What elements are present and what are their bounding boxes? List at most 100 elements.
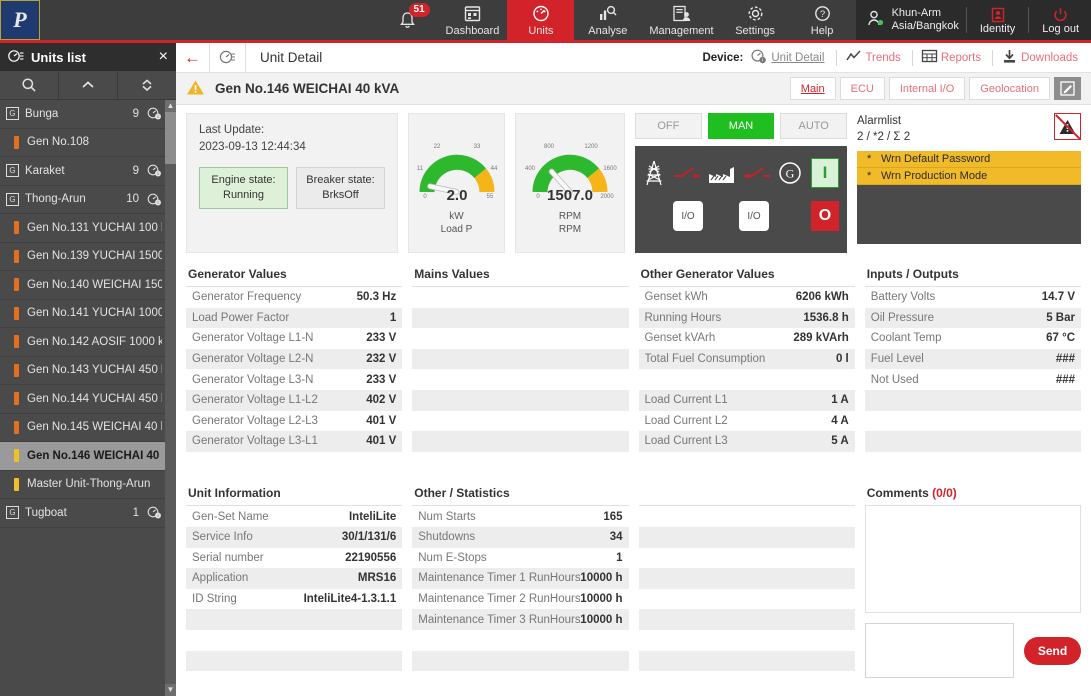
table-row: Total Fuel Consumption 0 l (638, 348, 855, 370)
alarm-marker: * (867, 170, 872, 182)
scroll-down-icon[interactable]: ▼ (165, 684, 176, 696)
comments-footer: Send (864, 623, 1081, 679)
sidebar-item-11[interactable]: Gen No.145 WEICHAI 40 kVA (0, 414, 176, 442)
sidebar-item-9[interactable]: Gen No.143 YUCHAI 450 kVA (0, 357, 176, 385)
mode-auto-button[interactable]: AUTO (780, 113, 848, 139)
nav-item-help[interactable]: ? Help (789, 0, 856, 40)
link-reports[interactable]: Reports (941, 52, 981, 64)
table-row (412, 307, 629, 329)
search-button[interactable] (0, 71, 59, 99)
table-row (412, 287, 628, 308)
tab-geolocation[interactable]: Geolocation (969, 77, 1050, 100)
sidebar-item-0[interactable]: G Bunga 9 i (0, 100, 176, 129)
expand-all-button[interactable] (118, 71, 176, 99)
table-row (638, 609, 855, 630)
sidebar-item-6[interactable]: Gen No.140 WEICHAI 1500 kVA (0, 271, 176, 300)
io-button-1[interactable]: I/O (673, 201, 703, 231)
top-navigation-bar: P 51 Dashboard Units Analyse Management (0, 0, 1091, 40)
row-key: Total Fuel Consumption (644, 353, 766, 366)
scroll-up-icon[interactable]: ▲ (165, 100, 176, 112)
alarm-row[interactable]: * Wrn Default Password (857, 151, 1081, 168)
nav-item-analyse[interactable]: Analyse (574, 0, 641, 40)
mode-man-button[interactable]: MAN (707, 113, 775, 139)
table-row: Oil Pressure 5 Bar (864, 307, 1081, 329)
row-key: Battery Volts (870, 291, 936, 304)
group-gauge-icon[interactable]: i (147, 164, 162, 177)
nav-item-management[interactable]: Management (641, 0, 721, 40)
link-downloads[interactable]: Downloads (1021, 52, 1078, 64)
edit-button[interactable] (1054, 77, 1081, 100)
send-button[interactable]: Send (1024, 636, 1081, 665)
collapse-all-button[interactable] (59, 71, 118, 99)
table-row (412, 389, 629, 411)
svg-text:G: G (786, 167, 795, 181)
sidebar-item-1[interactable]: Gen No.108 (0, 129, 176, 157)
link-trends[interactable]: Trends (865, 52, 900, 64)
summary-row: Last Update: 2023-09-13 12:44:34 Engine … (186, 113, 1081, 253)
breaker-open-button[interactable]: O (811, 201, 839, 231)
table-row: Load Power Factor 1 (186, 307, 403, 329)
sidebar-item-4[interactable]: Gen No.131 YUCHAI 100 kVA (0, 214, 176, 243)
nav-item-dashboard[interactable]: Dashboard (438, 0, 508, 40)
tab-ecu[interactable]: ECU (839, 77, 885, 100)
comment-input[interactable] (864, 623, 1015, 679)
identity-button[interactable]: Identity (974, 6, 1021, 35)
sidebar-item-label: Master Unit-Thong-Arun (27, 478, 151, 491)
back-button[interactable]: ← (176, 42, 210, 73)
row-key: Maintenance Timer 3 RunHours (418, 613, 581, 626)
sidebar-item-3[interactable]: G Thong-Arun 10 i (0, 185, 176, 214)
sidebar-item-5[interactable]: Gen No.139 YUCHAI 1500 kVA (0, 243, 176, 271)
row-key: Generator Voltage L3-N (192, 373, 314, 386)
nav-item-settings[interactable]: Settings (722, 0, 789, 40)
nav-item-units[interactable]: Units (507, 0, 575, 40)
user-info[interactable]: Khun-Arm Asia/Bangkok (892, 7, 959, 33)
sidebar-item-2[interactable]: G Karaket 9 i (0, 157, 176, 186)
sidebar-scrollbar[interactable]: ▲ ▼ (165, 100, 176, 696)
app-logo[interactable]: P (0, 0, 40, 40)
sidebar-item-8[interactable]: Gen No.142 AOSIF 1000 kVA (0, 328, 176, 357)
units-list[interactable]: G Bunga 9 i Gen No.108 G Karaket 9 i G Thong-Arun 1… (0, 100, 176, 696)
table-row: Fuel Level ### (864, 348, 1081, 370)
sidebar-item-13[interactable]: Master Unit-Thong-Arun (0, 471, 176, 499)
mode-off-button[interactable]: OFF (635, 113, 702, 139)
row-key: Genset kVArh (644, 332, 716, 345)
svg-text:?: ? (819, 9, 824, 20)
gen-breaker-open-icon (743, 167, 770, 179)
tab-internal-io[interactable]: Internal I/O (888, 77, 966, 100)
sidebar-item-12[interactable]: Gen No.146 WEICHAI 40 kVA (0, 442, 176, 471)
row-key: Service Info (192, 531, 253, 544)
gauge-list-icon (8, 49, 24, 66)
sidebar-item-label: Gen No.140 WEICHAI 1500 kVA (27, 278, 162, 291)
tab-main[interactable]: Main (789, 77, 836, 100)
section-title: Mains Values (412, 265, 629, 287)
row-key: Load Current L1 (644, 394, 728, 407)
scrollbar-thumb[interactable] (165, 112, 176, 164)
group-icon: G (6, 164, 19, 178)
divider (992, 49, 994, 66)
table-body (412, 287, 629, 472)
io-button-2[interactable]: I/O (739, 201, 769, 231)
group-gauge-icon[interactable]: i (147, 107, 162, 120)
close-icon[interactable]: × (159, 49, 168, 65)
table-row: Num Starts 165 (412, 506, 628, 527)
breaker-diagram-row: G I (643, 153, 839, 193)
group-gauge-icon[interactable]: i (147, 193, 162, 206)
notifications-button[interactable]: 51 (378, 0, 438, 40)
breaker-close-button[interactable]: I (810, 158, 839, 188)
table-row (412, 369, 628, 390)
link-unit-detail[interactable]: Unit Detail (771, 52, 824, 64)
sidebar-item-10[interactable]: Gen No.144 YUCHAI 450 kVA (0, 385, 176, 414)
table-row (639, 506, 855, 527)
unit-header: Gen No.146 WEICHAI 40 kVA Main ECU Inter… (176, 73, 1091, 105)
alarm-mute-button[interactable] (1054, 113, 1081, 140)
row-key: Maintenance Timer 2 RunHours (418, 593, 581, 606)
group-icon: G (6, 192, 19, 206)
alarm-row[interactable]: * Wrn Production Mode (857, 168, 1081, 185)
table-row (186, 609, 403, 630)
logout-button[interactable]: Log out (1036, 6, 1085, 35)
breaker-state-label: Breaker state: (306, 174, 375, 186)
group-gauge-icon[interactable]: i (147, 506, 162, 519)
table-row: Genset kVArh 289 kVArh (639, 328, 855, 349)
sidebar-item-7[interactable]: Gen No.141 YUCHAI 1000 kVA (0, 300, 176, 328)
sidebar-item-14[interactable]: G Tugboat 1 i (0, 499, 176, 528)
